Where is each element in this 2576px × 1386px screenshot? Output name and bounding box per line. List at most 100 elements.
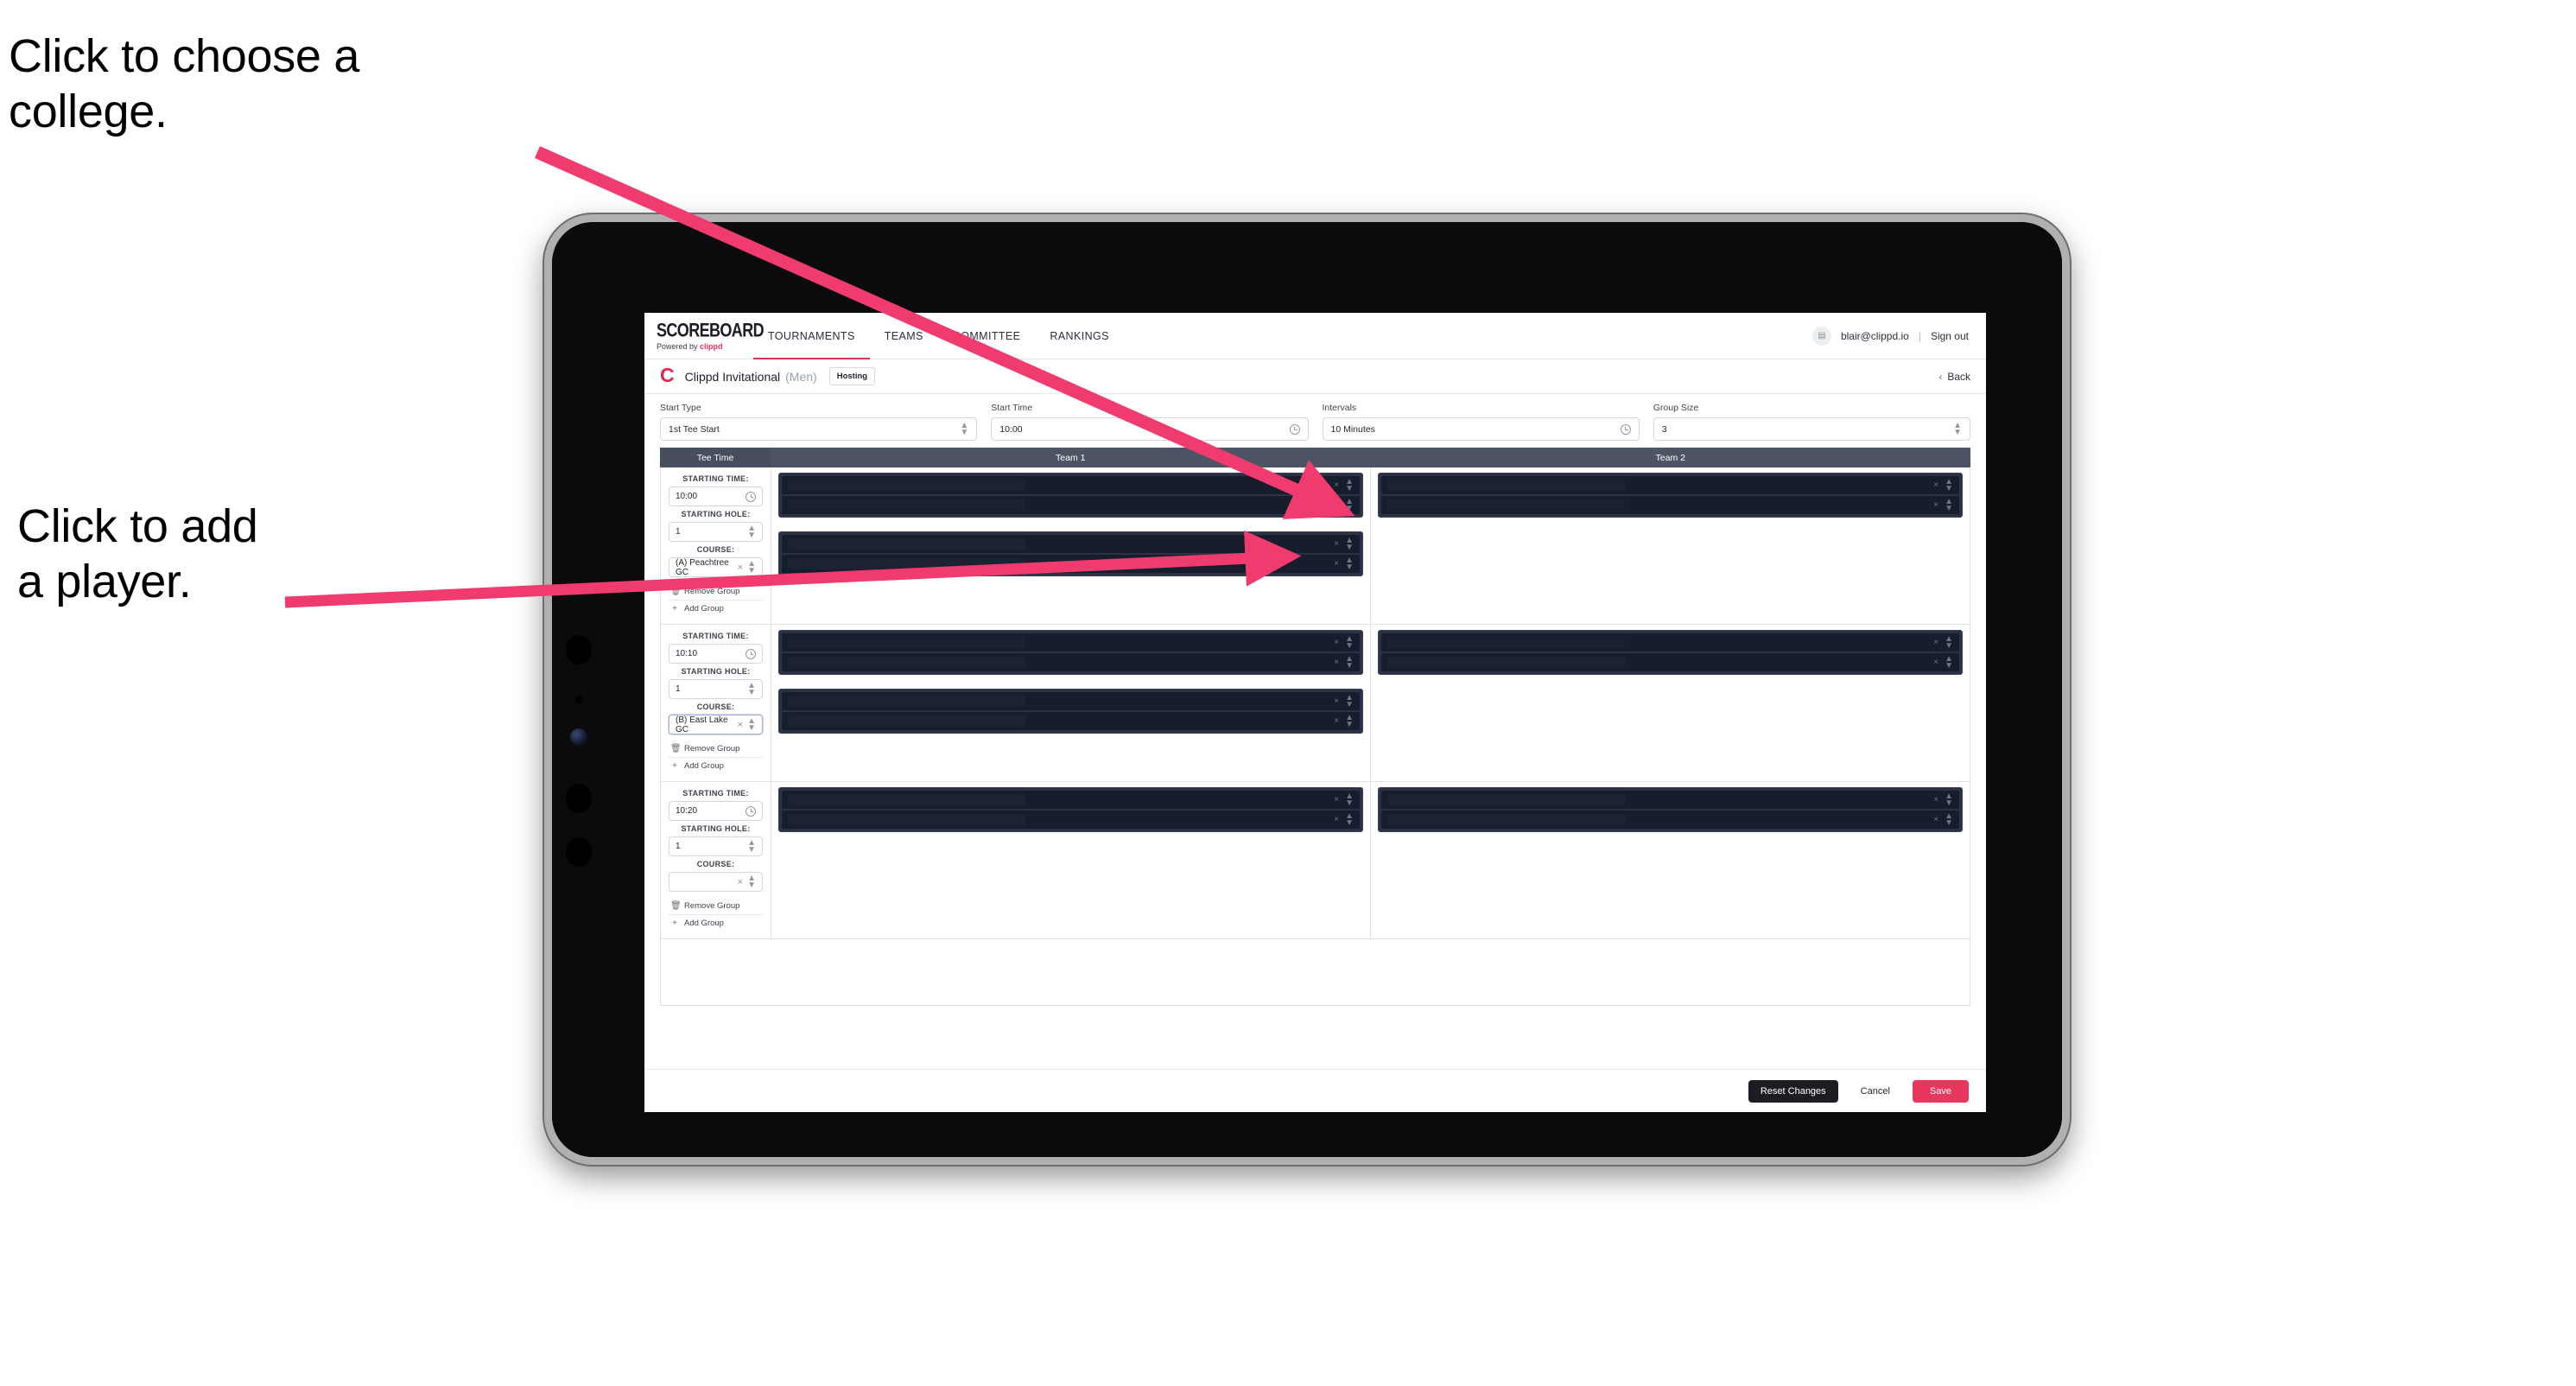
player-slot-row[interactable]: × ▲ ▼ [1381,653,1959,671]
add-group-button[interactable]: + Add Group [669,758,763,774]
player-slot-row[interactable]: × ▲ ▼ [1381,811,1959,829]
player-slot-row[interactable]: × ▲ ▼ [1381,496,1959,514]
chevron-updown-icon[interactable]: ▲ ▼ [1345,634,1354,650]
player-slot-row[interactable]: × ▲ ▼ [782,811,1360,829]
chevron-updown-icon[interactable]: ▲ ▼ [1345,811,1354,827]
player-slot-row[interactable]: × ▲ ▼ [782,496,1360,514]
select-course[interactable]: (B) East Lake GC × ▲ ▼ [669,715,763,734]
player-name-placeholder [788,715,1026,727]
chevron-updown-icon[interactable]: ▲ ▼ [1945,497,1953,512]
input-starting-time[interactable]: 10:10 [669,644,763,664]
tee-time-table-body: STARTING TIME: 10:00 STARTING HOLE: 1 ▲ ▼ COUR… [660,467,1970,1006]
input-starting-time[interactable]: 10:00 [669,486,763,506]
chevron-updown-icon[interactable]: ▲ ▼ [1345,654,1354,670]
clear-player-icon[interactable]: × [1933,795,1938,804]
remove-group-button[interactable]: 🗑 Remove Group [669,583,763,601]
clear-course-icon[interactable]: × [738,877,743,887]
chevron-updown-icon[interactable]: ▲ ▼ [1945,477,1953,493]
select-start-type[interactable]: 1st Tee Start ▲ ▼ [660,417,978,441]
clear-player-icon[interactable]: × [1334,716,1339,726]
chevron-updown-icon[interactable]: ▲ ▼ [1945,811,1953,827]
label-starting-hole: STARTING HOLE: [681,824,751,833]
player-slot-row[interactable]: × ▲ ▼ [1381,633,1959,652]
chevron-updown-icon[interactable]: ▲ ▼ [1345,536,1354,551]
clear-player-icon[interactable]: × [1334,638,1339,647]
clear-course-icon[interactable]: × [738,563,743,573]
value-course: (B) East Lake GC [676,715,728,734]
chevron-updown-icon[interactable]: ▲ ▼ [1945,634,1953,650]
nav-tab-tournaments[interactable]: TOURNAMENTS [753,313,870,359]
remove-group-button[interactable]: 🗑 Remove Group [669,741,763,758]
clear-player-icon[interactable]: × [1334,559,1339,569]
chevron-updown-icon[interactable]: ▲ ▼ [1345,556,1354,571]
player-slot-row[interactable]: × ▲ ▼ [782,476,1360,494]
status-badge-hosting: Hosting [828,367,876,385]
select-course[interactable]: × ▲ ▼ [669,872,763,892]
player-row-icons: × ▲ ▼ [1334,477,1354,493]
input-starting-time[interactable]: 10:20 [669,801,763,821]
save-button[interactable]: Save [1912,1079,1969,1103]
clear-player-icon[interactable]: × [1933,638,1938,647]
input-start-time[interactable]: 10:00 [991,417,1309,441]
nav-tab-committee[interactable]: COMMITTEE [938,313,1036,359]
remove-group-button[interactable]: 🗑 Remove Group [669,898,763,915]
chevron-updown-icon[interactable]: ▲ ▼ [1345,497,1354,512]
input-intervals[interactable]: 10 Minutes [1322,417,1640,441]
player-slot-row[interactable]: × ▲ ▼ [782,633,1360,652]
player-name-placeholder [788,499,1026,511]
field-intervals: Intervals 10 Minutes [1322,403,1653,441]
player-slot-row[interactable]: × ▲ ▼ [1381,791,1959,809]
input-starting-hole[interactable]: 1 ▲ ▼ [669,679,763,699]
chevron-updown-icon: ▲ ▼ [747,873,756,890]
add-group-button[interactable]: + Add Group [669,915,763,931]
clear-player-icon[interactable]: × [1334,815,1339,824]
cancel-button[interactable]: Cancel [1852,1080,1899,1103]
select-course[interactable]: (A) Peachtree GC × ▲ ▼ [669,557,763,577]
chevron-left-icon: ‹ [1938,370,1943,383]
chevron-updown-icon[interactable]: ▲ ▼ [1945,654,1953,670]
player-slot-row[interactable]: × ▲ ▼ [782,712,1360,730]
select-group-size[interactable]: 3 ▲ ▼ [1653,417,1970,441]
nav-tab-rankings[interactable]: RANKINGS [1035,313,1124,359]
label-starting-time: STARTING TIME: [682,474,749,483]
clear-player-icon[interactable]: × [1933,480,1938,490]
chevron-updown-icon[interactable]: ▲ ▼ [1345,693,1354,709]
input-starting-hole[interactable]: 1 ▲ ▼ [669,522,763,542]
clear-course-icon[interactable]: × [738,720,743,730]
clear-player-icon[interactable]: × [1334,795,1339,804]
nav-tab-teams[interactable]: TEAMS [870,313,938,359]
value-course: (A) Peachtree GC [676,557,729,577]
player-slot-row[interactable]: × ▲ ▼ [782,535,1360,553]
player-slot-row[interactable]: × ▲ ▼ [782,653,1360,671]
sign-out-link[interactable]: Sign out [1931,330,1969,342]
player-slot-row[interactable]: × ▲ ▼ [1381,476,1959,494]
player-row-icons: × ▲ ▼ [1334,811,1354,827]
clear-player-icon[interactable]: × [1933,815,1938,824]
brand-logo[interactable]: SCOREBOARD Powered by clippd [644,321,765,351]
player-slot-row[interactable]: × ▲ ▼ [782,791,1360,809]
clear-player-icon[interactable]: × [1334,696,1339,706]
player-row-icons: × ▲ ▼ [1334,536,1354,551]
input-starting-hole[interactable]: 1 ▲ ▼ [669,836,763,856]
clear-player-icon[interactable]: × [1334,480,1339,490]
top-navigation-bar: SCOREBOARD Powered by clippd TOURNAMENTS… [644,313,1986,359]
clock-icon [1620,423,1631,435]
player-slot-row[interactable]: × ▲ ▼ [782,555,1360,573]
tournament-gender: (Men) [785,369,817,384]
chevron-updown-icon[interactable]: ▲ ▼ [1945,792,1953,807]
clear-player-icon[interactable]: × [1334,539,1339,549]
chevron-updown-icon[interactable]: ▲ ▼ [1345,477,1354,493]
add-group-button[interactable]: + Add Group [669,601,763,617]
clear-player-icon[interactable]: × [1933,658,1938,667]
chevron-updown-icon[interactable]: ▲ ▼ [1345,792,1354,807]
column-header-tee-time: Tee Time [660,448,771,467]
clear-player-icon[interactable]: × [1334,500,1339,510]
clear-player-icon[interactable]: × [1334,658,1339,667]
chevron-updown-icon[interactable]: ▲ ▼ [1345,713,1354,728]
clear-player-icon[interactable]: × [1933,500,1938,510]
back-button[interactable]: ‹ Back [1938,371,1970,383]
player-slot-row[interactable]: × ▲ ▼ [782,692,1360,710]
reset-changes-button[interactable]: Reset Changes [1748,1079,1838,1103]
user-avatar-icon[interactable]: ▤ [1811,326,1831,346]
chevron-updown-icon: ▲ ▼ [1953,420,1962,437]
